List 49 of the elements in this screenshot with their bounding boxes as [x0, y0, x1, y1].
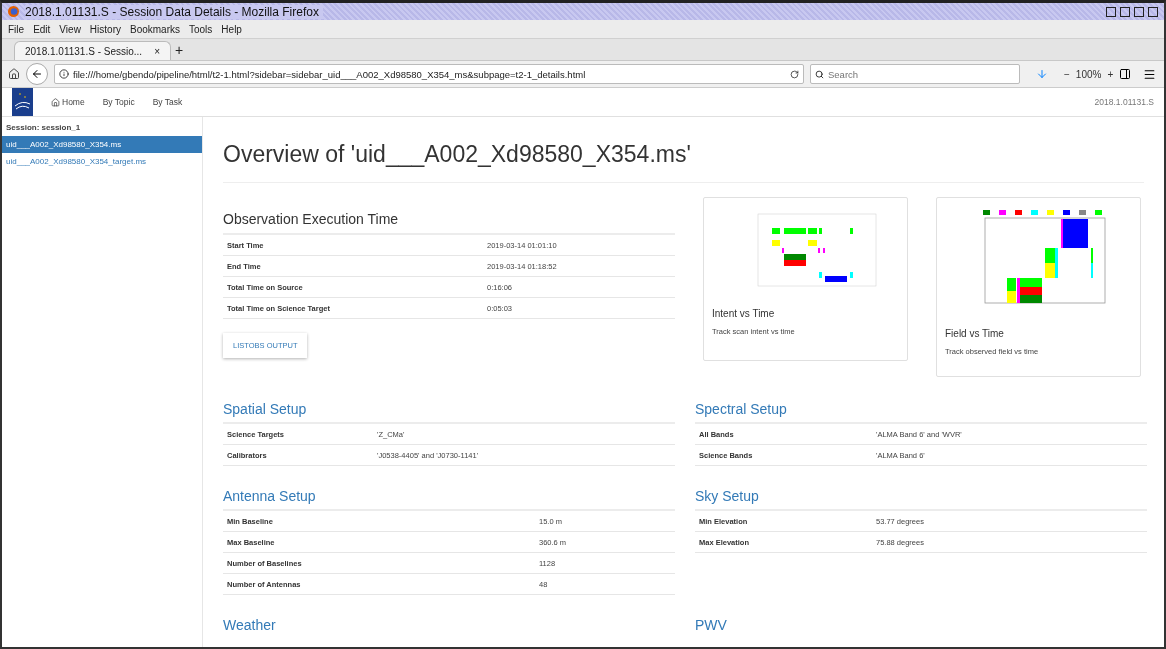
tab-title[interactable]: 2018.1.01131.S - Sessio... [25, 45, 143, 57]
logo-icon [12, 88, 33, 116]
new-tab-button[interactable]: + [174, 42, 184, 60]
back-arrow-icon[interactable] [31, 68, 43, 80]
section-title: Antenna Setup [223, 488, 317, 504]
info-icon[interactable] [59, 69, 69, 79]
project-code: 2018.1.01131.S [1094, 97, 1154, 107]
session-heading: Session: session_1 [5, 123, 82, 134]
section-title: Sky Setup [695, 488, 760, 504]
back-button[interactable] [26, 63, 48, 85]
menu-item[interactable]: Edit [33, 23, 51, 35]
sidebar-item[interactable]: uid___A002_Xd98580_X354.ms [2, 136, 202, 153]
section-title: Spatial Setup [223, 401, 308, 417]
sidebar-item[interactable]: uid___A002_Xd98580_X354_target.ms [2, 153, 202, 170]
section-title: PWV [695, 617, 728, 633]
home-icon[interactable] [8, 68, 20, 80]
nav-link[interactable]: By Topic [102, 97, 135, 107]
nav-link[interactable]: By Task [152, 97, 183, 107]
search-icon [815, 69, 824, 79]
menu-icon[interactable] [1143, 67, 1157, 81]
browser-logo-icon [8, 6, 19, 17]
zoom-out-button[interactable]: − [1064, 68, 1070, 80]
window-control-icon[interactable] [1134, 6, 1144, 17]
section-title: Observation Execution Time [223, 211, 400, 227]
search-field[interactable]: Search [810, 64, 1020, 84]
menu-item[interactable]: Tools [189, 23, 213, 35]
menu-item[interactable]: Help [221, 23, 242, 35]
zoom-in-button[interactable]: + [1107, 68, 1114, 80]
home-icon[interactable] [51, 97, 60, 107]
close-tab-button[interactable]: × [154, 45, 160, 57]
address-field[interactable]: file:///home/gbendo/pipeline/html/t2-1.html?sidebar=sidebar_uid___A002_Xd98580_X354_ms&subpage=t2-1_details.html [54, 64, 804, 84]
window-title: 2018.1.01131.S - Session Data Details - Mozilla Firefox [25, 4, 323, 19]
menu-item[interactable]: History [89, 23, 121, 35]
zoom-level[interactable]: 100% [1075, 68, 1102, 80]
browser-tab[interactable]: 2018.1.01131.S - Sessio... × [14, 41, 171, 60]
page-title: Overview of 'uid___A002_Xd98580_X354.ms' [223, 141, 1144, 183]
menu-item[interactable]: File [8, 23, 25, 35]
window-control-icon[interactable] [1120, 6, 1130, 17]
menu-item[interactable]: Bookmarks [130, 23, 180, 35]
card-title[interactable]: Field vs Time [945, 328, 1140, 339]
reload-icon[interactable] [790, 69, 799, 79]
card-title[interactable]: Intent vs Time [712, 308, 907, 319]
nav-link[interactable]: Home [51, 97, 85, 107]
section-title: Weather [223, 617, 277, 633]
window-control-icon[interactable] [1106, 6, 1116, 17]
window-control-icon[interactable] [1148, 6, 1158, 17]
sidebar-icon[interactable] [1119, 68, 1132, 80]
menu-item[interactable]: View [59, 23, 81, 35]
section-title: Spectral Setup [695, 401, 788, 417]
